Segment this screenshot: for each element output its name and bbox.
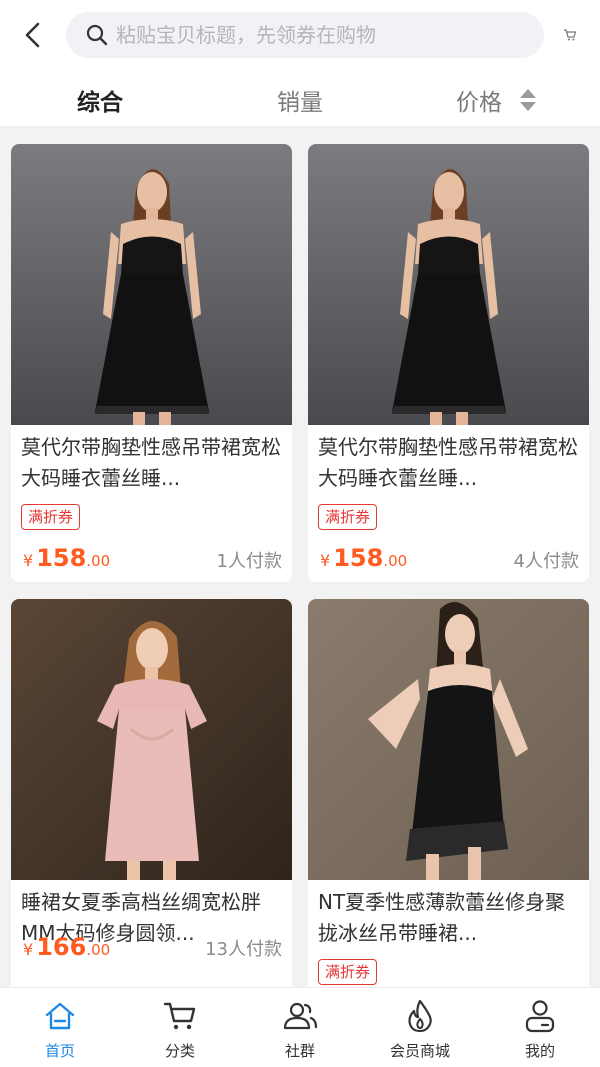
sort-tab-label: 价格: [456, 90, 502, 116]
tab-label: 我的: [524, 1042, 555, 1060]
user-icon: [522, 998, 558, 1034]
product-grid: 莫代尔带胸垫性感吊带裙宽松大码睡衣蕾丝睡... 满折券 ¥ 158 .00 1人…: [0, 126, 600, 988]
price-symbol: ¥: [320, 551, 331, 570]
product-card[interactable]: 莫代尔带胸垫性感吊带裙宽松大码睡衣蕾丝睡... 满折券 ¥ 158 .00 4人…: [308, 144, 589, 582]
tab-label: 社群: [284, 1042, 315, 1060]
price-symbol: ¥: [23, 940, 34, 959]
coupon-badge: 满折券: [318, 504, 378, 530]
search-icon: [84, 22, 110, 48]
home-icon: [42, 998, 78, 1034]
sales-count: 13人付款: [205, 939, 282, 960]
price-integer: 158: [36, 544, 87, 572]
product-title: NT夏季性感薄款蕾丝修身聚拢冰丝吊带睡裙...: [318, 890, 566, 945]
product-image[interactable]: [11, 144, 292, 425]
search-bar[interactable]: [66, 12, 544, 58]
sort-arrows-icon: [520, 89, 536, 111]
product-price: ¥ 158 .00: [320, 544, 407, 572]
sort-tab-comprehensive[interactable]: 综合: [50, 80, 150, 120]
price-decimal: .00: [383, 552, 408, 570]
tab-label: 首页: [44, 1042, 75, 1060]
product-card[interactable]: NT夏季性感薄款蕾丝修身聚拢冰丝吊带睡裙... 满折券: [308, 599, 589, 988]
price-integer: 158: [333, 544, 384, 572]
sort-tab-label: 销量: [277, 90, 323, 116]
price-symbol: ¥: [23, 551, 34, 570]
product-title: 莫代尔带胸垫性感吊带裙宽松大码睡衣蕾丝睡...: [318, 435, 578, 490]
flame-icon: [402, 998, 438, 1034]
product-card[interactable]: 睡裙女夏季高档丝绸宽松胖MM大码修身圆领... ¥ 166 .00 13人付款: [11, 599, 292, 988]
tab-member-mall[interactable]: 会员商城: [360, 988, 480, 1067]
tab-label: 分类: [164, 1042, 195, 1060]
tab-home[interactable]: 首页: [0, 988, 120, 1067]
bottom-tab-bar: 首页 分类 社群 会员商城 我的: [0, 987, 600, 1067]
sales-count: 4人付款: [513, 551, 579, 572]
product-image[interactable]: [11, 599, 292, 880]
sort-tab-label: 综合: [77, 90, 123, 116]
tab-label: 会员商城: [389, 1042, 450, 1060]
product-price: ¥ 158 .00: [23, 544, 110, 572]
top-bar: [0, 0, 600, 72]
price-integer: 166: [36, 933, 87, 961]
sort-bar: 综合 销量 价格: [0, 72, 600, 126]
product-title: 莫代尔带胸垫性感吊带裙宽松大码睡衣蕾丝睡...: [21, 435, 281, 490]
chevron-left-icon: [25, 22, 40, 48]
tab-mine[interactable]: 我的: [480, 988, 600, 1067]
sort-tab-price[interactable]: 价格: [436, 80, 556, 120]
product-image[interactable]: [308, 144, 589, 425]
coupon-badge: 满折券: [318, 959, 378, 985]
coupon-badge: 满折券: [21, 504, 81, 530]
community-icon: [282, 998, 318, 1034]
tab-community[interactable]: 社群: [240, 988, 360, 1067]
price-decimal: .00: [86, 941, 111, 959]
search-input[interactable]: [116, 15, 516, 55]
back-button[interactable]: [16, 18, 50, 52]
product-price: ¥ 166 .00: [23, 933, 110, 961]
cart-icon: [162, 998, 198, 1034]
tab-category[interactable]: 分类: [120, 988, 240, 1067]
sales-count: 1人付款: [216, 551, 282, 572]
cart-icon[interactable]: [562, 27, 578, 43]
product-image[interactable]: [308, 599, 589, 880]
sort-tab-sales[interactable]: 销量: [250, 80, 350, 120]
product-card[interactable]: 莫代尔带胸垫性感吊带裙宽松大码睡衣蕾丝睡... 满折券 ¥ 158 .00 1人…: [11, 144, 292, 582]
price-decimal: .00: [86, 552, 111, 570]
